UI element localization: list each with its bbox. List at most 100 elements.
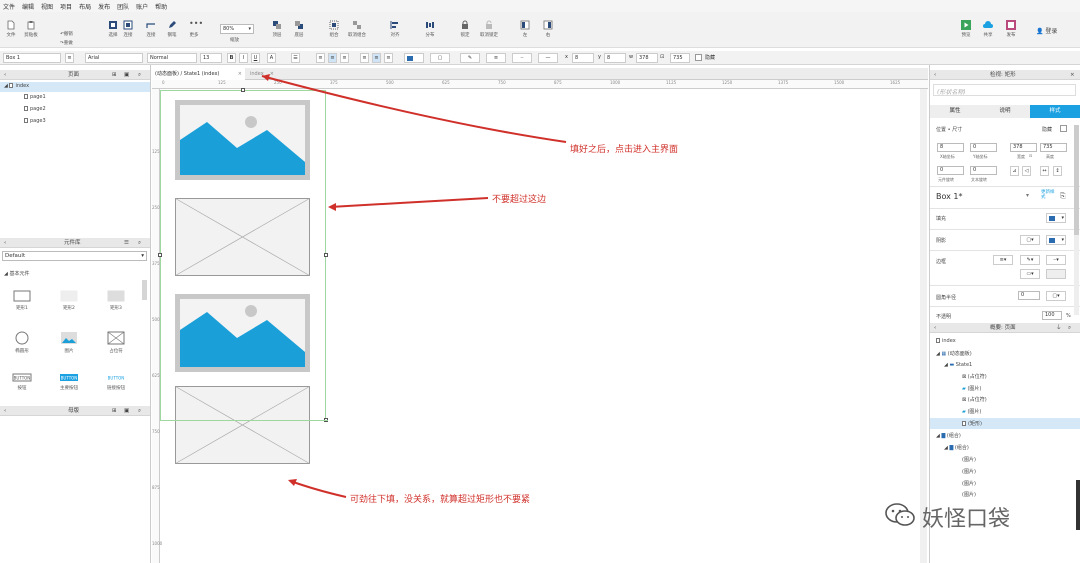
x-input[interactable]: 8	[937, 143, 964, 152]
shadow-button[interactable]: ▢	[430, 53, 450, 63]
line-color-button[interactable]: ✎	[460, 53, 480, 63]
menu-file[interactable]: 文件	[3, 2, 15, 11]
search-icon[interactable]: ⌕	[138, 70, 141, 80]
connect-button[interactable]: 连接	[117, 20, 139, 38]
outline-item[interactable]: (图片)	[962, 468, 976, 475]
library-select[interactable]: Default ▾	[2, 251, 147, 261]
outline-item[interactable]: ◢ ▇ (组合)	[936, 432, 961, 439]
corner-picker[interactable]: ▢▾	[1046, 291, 1066, 301]
widget-box1[interactable]: 矩形1	[6, 290, 38, 311]
lock-ratio-icon[interactable]: ⊡	[660, 54, 664, 60]
align-left-button[interactable]: ≡	[316, 53, 325, 63]
file-button[interactable]: 文件	[0, 20, 22, 38]
zoom-select[interactable]: 80% ▾	[220, 24, 254, 34]
widget-name-field[interactable]: Box 1	[3, 53, 61, 63]
valign-bottom-button[interactable]: ≡	[384, 53, 393, 63]
tab-notes[interactable]: 说明	[980, 105, 1030, 118]
image-widget[interactable]	[175, 100, 310, 180]
search-icon[interactable]: ⌕	[138, 238, 141, 248]
widget-link-button[interactable]: BUTTON 链接按钮	[100, 373, 132, 392]
width-field[interactable]: 378	[636, 53, 658, 63]
widget-placeholder[interactable]: 占位符	[100, 331, 132, 354]
style-button[interactable]: ≡	[65, 53, 74, 63]
underline-button[interactable]: U	[251, 53, 260, 63]
share-button[interactable]: 共享	[977, 20, 999, 38]
placeholder-widget[interactable]	[175, 198, 310, 276]
border-width-picker[interactable]: ≡▾	[993, 255, 1013, 265]
selection-handle[interactable]	[324, 253, 328, 257]
menu-help[interactable]: 帮助	[155, 2, 167, 11]
menu-project[interactable]: 项目	[60, 2, 72, 11]
border-color-picker[interactable]: ✎▾	[1020, 255, 1040, 265]
shape-name-input[interactable]: (形状名称)	[933, 84, 1076, 96]
update-style-link[interactable]: 更新样式	[1041, 190, 1055, 200]
valign-middle-button[interactable]: ≡	[372, 53, 381, 63]
menu-publish[interactable]: 发布	[98, 2, 110, 11]
search-icon[interactable]: ⌕	[1068, 323, 1071, 333]
italic-button[interactable]: I	[239, 53, 248, 63]
outline-item[interactable]: ◢ ▬ State1	[944, 362, 972, 368]
collapse-icon[interactable]: ‹	[934, 70, 936, 80]
close-icon[interactable]: ×	[270, 68, 274, 80]
hidden-checkbox[interactable]	[695, 54, 702, 61]
x-field[interactable]: 8	[572, 53, 594, 63]
menu-account[interactable]: 账户	[136, 2, 148, 11]
filter-icon[interactable]: ⏚	[1056, 323, 1062, 333]
inspector-scrollbar[interactable]	[1074, 125, 1079, 315]
chevron-down-icon[interactable]: ▾	[1026, 192, 1029, 199]
bullet-button[interactable]: ☰	[291, 53, 300, 63]
pen-button[interactable]: 钢笔	[161, 20, 183, 38]
page-item[interactable]: page3	[24, 118, 46, 124]
unlock-button[interactable]: 取消锁定	[478, 20, 500, 38]
edge-scroll-handle[interactable]	[1076, 480, 1080, 530]
fill-color-button[interactable]	[404, 53, 424, 63]
outline-item-selected[interactable]: (矩形)	[930, 418, 1080, 429]
rotation-input[interactable]: 0	[937, 166, 964, 175]
font-select[interactable]: Arial	[85, 53, 143, 63]
width-input[interactable]: 378	[1010, 143, 1037, 152]
valign-top-button[interactable]: ≡	[360, 53, 369, 63]
more-button[interactable]: ••• 更多	[183, 20, 205, 39]
distribute-button[interactable]: 分布	[419, 20, 441, 38]
line-style-button[interactable]: ┄	[512, 53, 532, 63]
height-input[interactable]: 735	[1040, 143, 1067, 152]
canvas-scrollbar[interactable]	[920, 89, 927, 563]
outline-item[interactable]: ▰ (图片)	[962, 408, 981, 415]
selection-handle[interactable]	[158, 253, 162, 257]
scrollbar[interactable]	[142, 280, 147, 300]
top-layer-button[interactable]: 顶层	[266, 20, 288, 38]
image-widget[interactable]	[175, 294, 310, 372]
search-icon[interactable]: ⌕	[138, 406, 141, 416]
widget-image[interactable]: 图片	[53, 331, 85, 354]
widget-primary-button[interactable]: BUTTON 主要按钮	[53, 373, 85, 391]
lock-ratio-icon[interactable]: ⊡	[1029, 153, 1032, 158]
connector-button[interactable]: 连接	[140, 20, 162, 38]
add-page-icon[interactable]: ⊞	[112, 70, 117, 80]
tab-style[interactable]: 样式	[1030, 105, 1080, 118]
add-folder-icon[interactable]: ▣	[124, 70, 129, 80]
widget-ellipse[interactable]: 椭圆形	[6, 331, 38, 354]
flip-h-button[interactable]: ⊿	[1010, 166, 1019, 176]
text-rotation-input[interactable]: 0	[970, 166, 997, 175]
arrow-style-button[interactable]: —	[538, 53, 558, 63]
tab-active[interactable]: (动态面板) / State1 (index) ×	[152, 68, 245, 80]
collapse-icon[interactable]: ‹	[4, 406, 6, 416]
clipboard-button[interactable]: 剪贴板	[20, 20, 42, 38]
inner-shadow-picker[interactable]: ▾	[1046, 235, 1066, 245]
tab-index[interactable]: index ×	[247, 68, 277, 80]
right-button[interactable]: 右	[537, 20, 559, 38]
style-editor-icon[interactable]: ⎘	[1060, 192, 1066, 201]
page-tree-root[interactable]: ◢ index	[0, 82, 150, 92]
auto-width-button[interactable]: ↔	[1040, 166, 1049, 176]
ungroup-button[interactable]: 取消组合	[346, 20, 368, 38]
outline-item[interactable]: ▰ (图片)	[962, 385, 981, 392]
widget-box3[interactable]: 矩形3	[100, 290, 132, 311]
y-input[interactable]: 0	[970, 143, 997, 152]
menu-view[interactable]: 视图	[41, 2, 53, 11]
add-master-icon[interactable]: ⊞	[112, 406, 117, 416]
left-button[interactable]: 左	[514, 20, 536, 38]
widget-button[interactable]: BUTTON 按钮	[6, 373, 38, 391]
outer-shadow-picker[interactable]: ▢▾	[1020, 235, 1040, 245]
auto-height-button[interactable]: ↕	[1053, 166, 1062, 176]
lock-button[interactable]: 锁定	[454, 20, 476, 38]
